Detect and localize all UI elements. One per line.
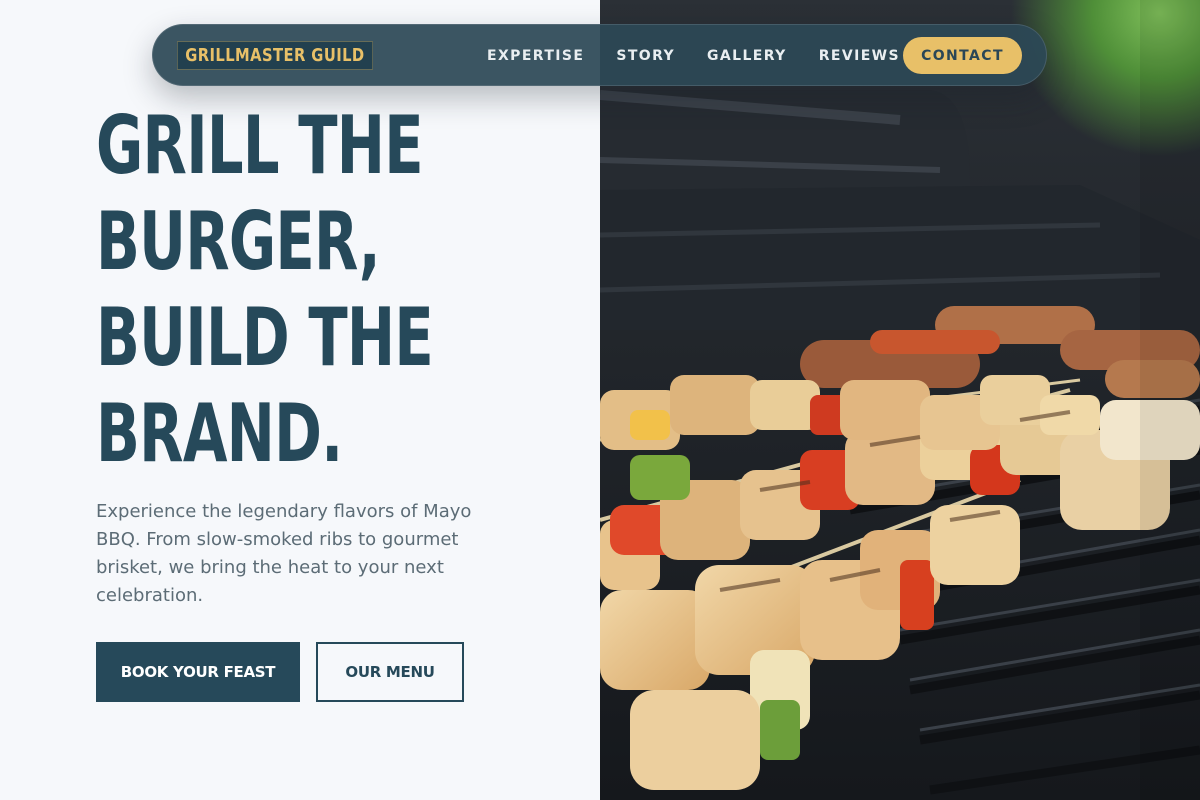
top-navigation-bar: GRILLMASTER GUILD EXPERTISE STORY GALLER…	[152, 24, 1047, 86]
nav-link-reviews[interactable]: REVIEWS	[819, 48, 900, 64]
hero-description: Experience the legendary flavors of Mayo…	[96, 501, 472, 606]
hero-image-grill-skewers	[600, 0, 1200, 800]
hero-title-line: BUILD THE	[96, 291, 434, 384]
hero-title: GRILL THE BURGER, BUILD THE BRAND.	[96, 98, 566, 482]
hero-title-line: BURGER,	[96, 195, 381, 288]
nav-link-story[interactable]: STORY	[616, 48, 675, 64]
nav-links: EXPERTISE STORY GALLERY REVIEWS	[487, 25, 932, 87]
contact-button[interactable]: CONTACT	[903, 37, 1022, 74]
hero-title-line: GRILL THE	[96, 99, 424, 192]
hero-title-line: BRAND.	[96, 387, 343, 480]
nav-link-expertise[interactable]: EXPERTISE	[487, 48, 584, 64]
nav-link-gallery[interactable]: GALLERY	[707, 48, 787, 64]
book-your-feast-button[interactable]: BOOK YOUR FEAST	[96, 642, 300, 702]
brand-logo[interactable]: GRILLMASTER GUILD	[177, 40, 373, 70]
our-menu-button[interactable]: OUR MENU	[316, 642, 464, 702]
